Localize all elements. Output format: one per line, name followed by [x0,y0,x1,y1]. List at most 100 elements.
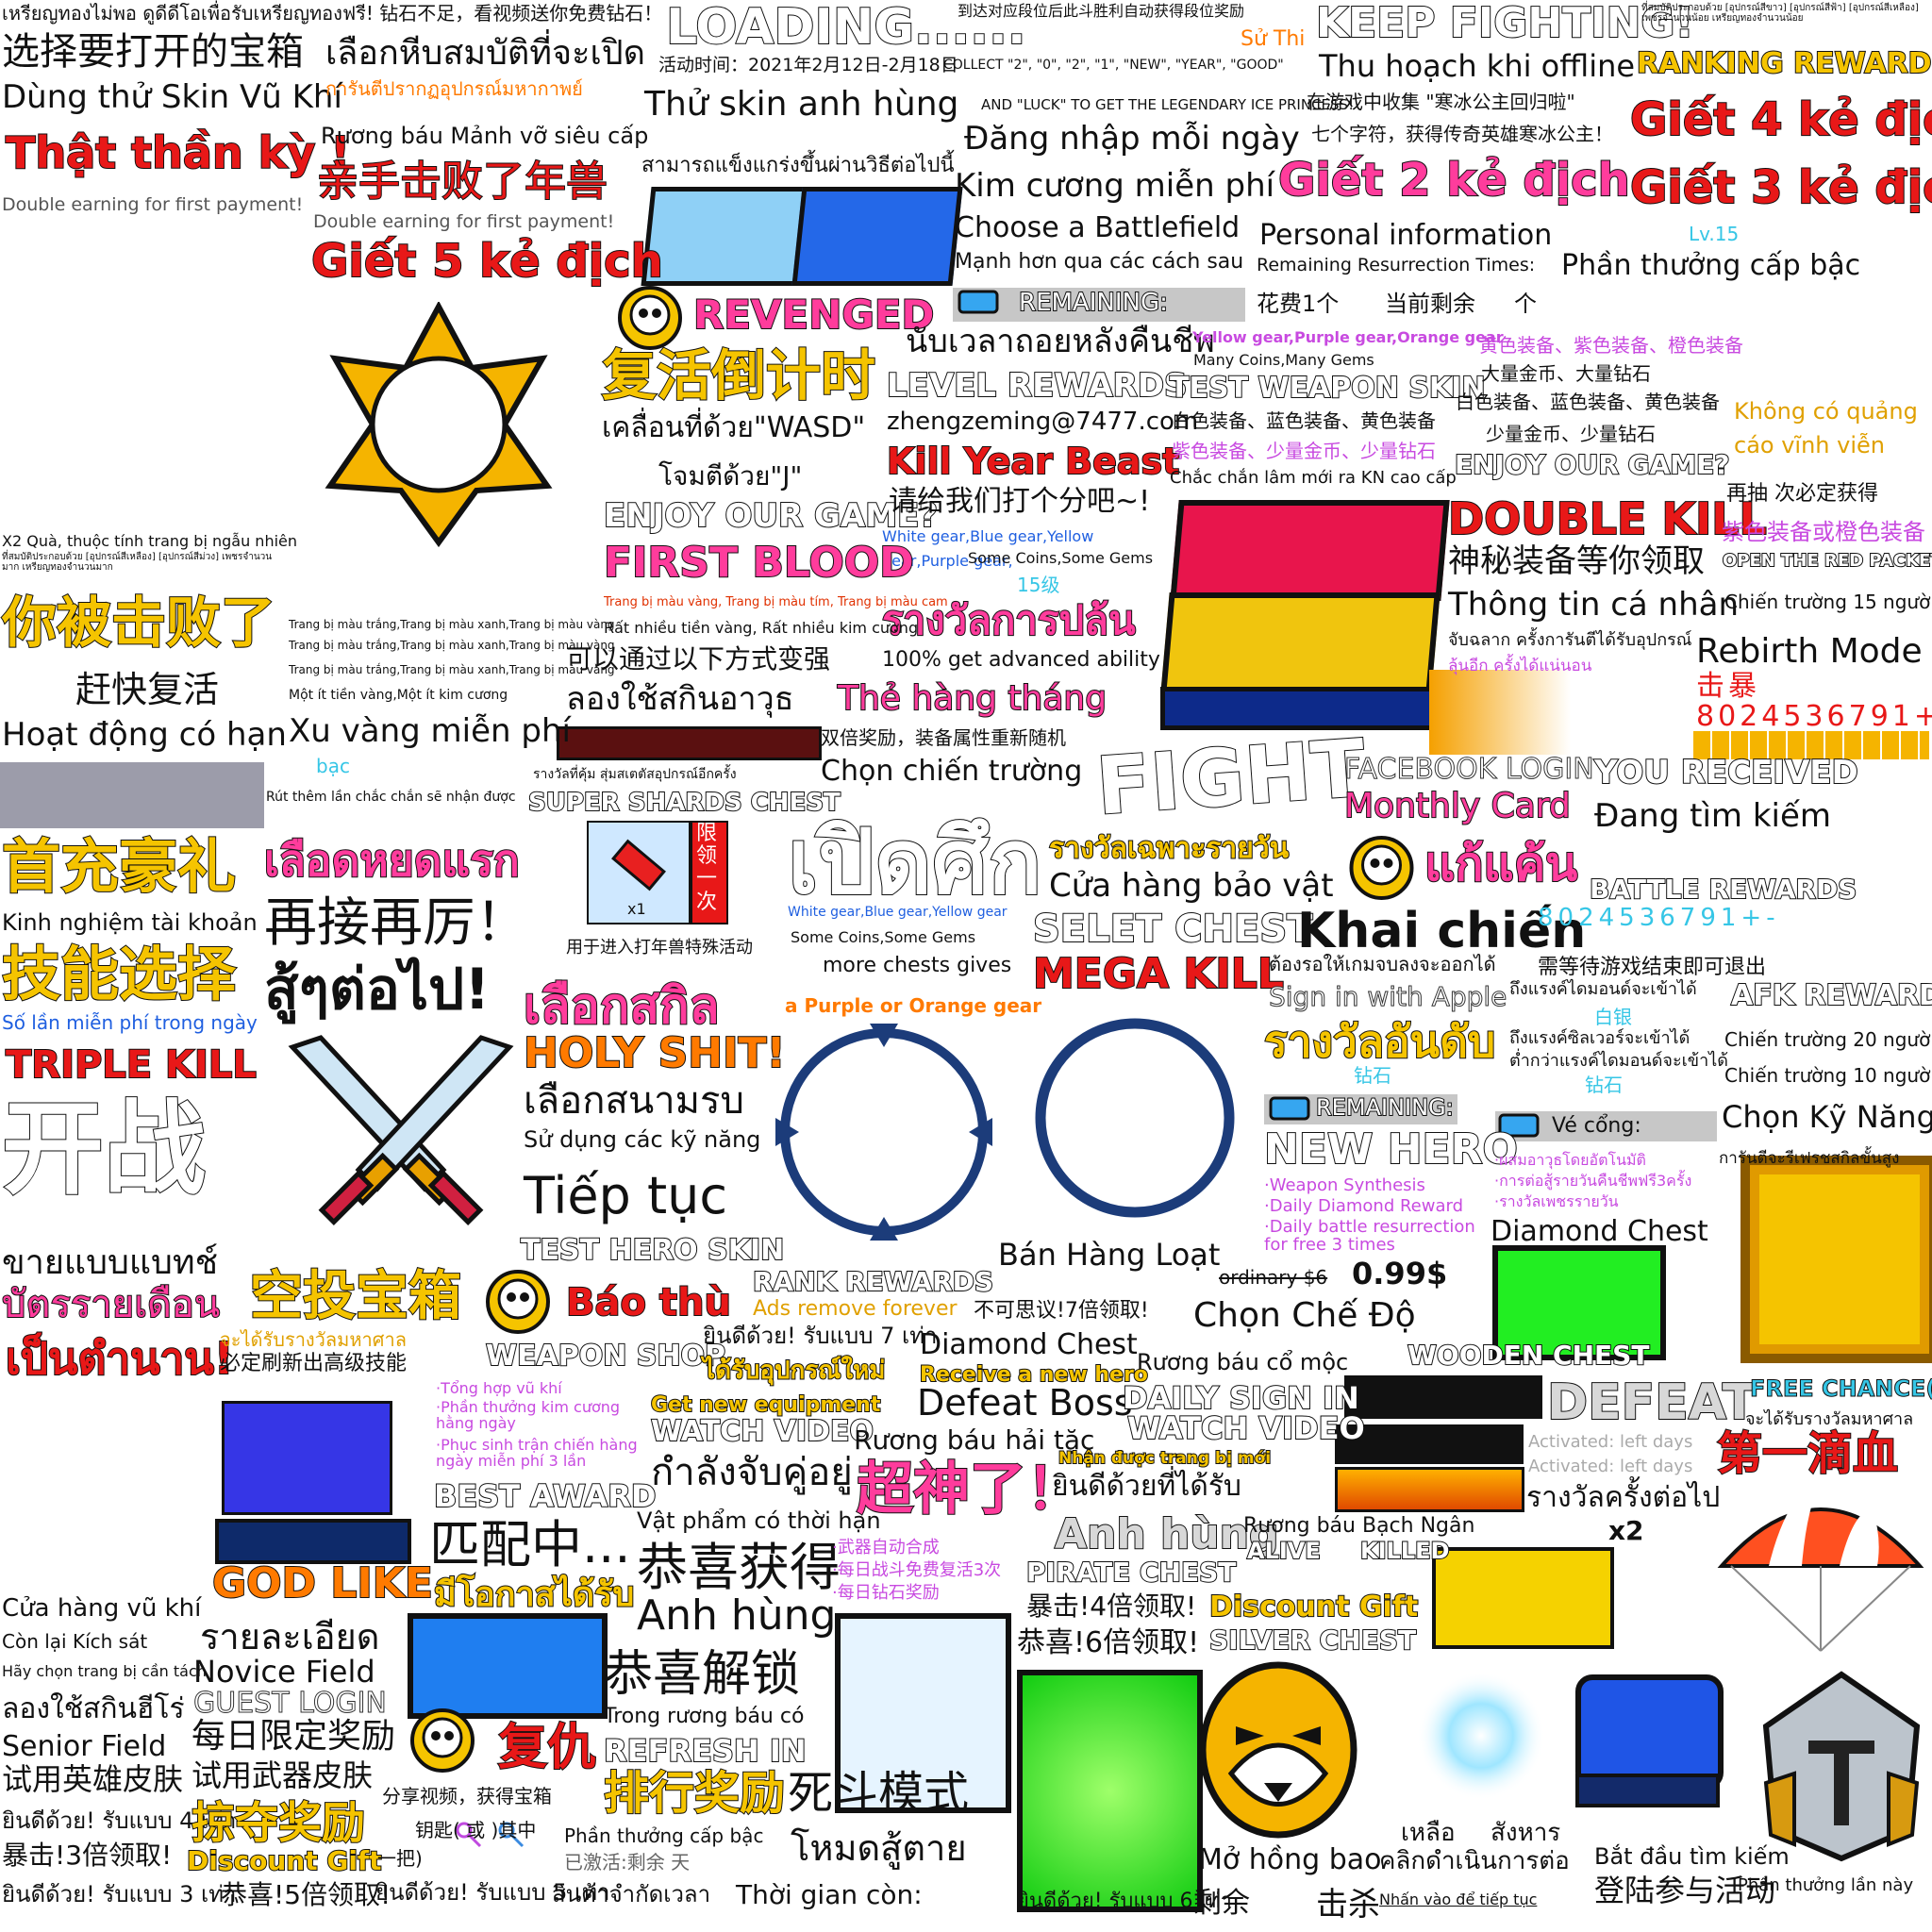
text-label: ต้องรอให้เกมจบลงจะออกได้ [1269,953,1496,975]
text-label: ·Phục sinh trận chiến hàng ngày miễn phí… [436,1436,638,1470]
text-label: Thu hoạch khi offline [1319,48,1636,84]
text-label: Rương báu cổ mộc [1137,1349,1349,1375]
text-label: DOUBLE KILL [1447,493,1768,544]
text-label: REVENGED [692,291,935,338]
text-label: Chọn Kỹ Năng [1722,1099,1932,1135]
text-label: 花费1个 [1257,291,1340,317]
text-label: ·รางวัลเพชรรายวัน [1494,1192,1619,1210]
text-label: ลองใช้สกินอาวุธ [566,680,794,718]
purple-panel [222,1401,392,1515]
sign-in-apple: Sign in with Apple [1268,981,1507,1012]
text-label: Novice Field [193,1654,375,1690]
text-label: Thời gian còn: [736,1879,923,1910]
text-label: Đang tìm kiếm [1594,797,1831,835]
text-label: Kim cương miễn phí [955,167,1275,205]
text-label: ·การต่อสู้รายวันคืนชีพฟรี3ครั้ง [1494,1172,1692,1190]
text-label: ถึงแรงค์ไดมอนด์จะเข้าได้ [1509,979,1697,999]
text-label: Lv.15 [1689,223,1740,245]
text-label: ต่ำกว่าแรงค์ไดมอนด์จะเข้าได้ [1509,1051,1728,1071]
text-label: bạc [316,755,350,777]
text-label: 请给我们打个分吧~! [889,485,1151,518]
text-label: 用于进入打年兽特殊活动 [566,938,753,958]
circular-frame-icon [775,1024,992,1241]
text-label: 大量金币、大量钻石 [1481,362,1651,385]
text-label: 白色装备、蓝色装备、黄色装备 [1172,409,1436,432]
text-label: เลือกสกิล [523,978,720,1035]
text-label: 钥匙( 或 )其中 [415,1819,537,1841]
text-label: Báo thù [565,1281,732,1324]
text-label: AND "LUCK" TO GET THE LEGENDARY ICE PRIN… [981,96,1355,113]
text-label: Giết 3 kẻ địch [1629,161,1932,214]
text-label: Mạnh hơn qua các cách sau [955,250,1244,274]
text-label: Chọn Chế Độ [1193,1296,1416,1335]
text-label: Personal information [1259,219,1553,252]
text-label: Rebirth Mode [1696,632,1923,671]
text-label: Chiến trường 20 người [1724,1028,1932,1051]
text-label: ·每日钻石奖励 [832,1583,940,1603]
text-label: Giết 5 kẻ địch [310,235,664,288]
text-label: 掠夺奖励 [191,1797,366,1848]
parachute-icon [1717,1481,1924,1652]
text-label: 再接再厉！ [264,892,528,954]
text-label: ขายแบบแบทช์ [2,1243,219,1282]
text-label: FREE CHANCE(S) : [1750,1375,1932,1402]
text-label: Thử skin anh hùng [644,85,959,124]
skull-laurel-icon [618,286,682,350]
text-label: BATTLE REWARDS [1589,874,1857,905]
text-label: จะได้รับรางวัลมหาศาล [220,1328,407,1351]
text-label: ที่สมบัติประกอบด้วย [อุปกรณ์สีเหลือง] [อ… [2,552,273,573]
text-label: สามารถแข็งแกร่งขึ้นผ่านวิธีต่อไปนี้ [641,154,955,177]
text-label: นับเวลาถอยหลังคืนชีพ [906,323,1215,360]
continue-hint[interactable]: Nhấn vào để tiếp tục [1379,1891,1537,1908]
skull-laurel-icon [486,1270,550,1334]
text-label: Trong rương báu có [604,1705,805,1728]
text-label: Phần thưởng lần này [1738,1875,1914,1895]
text-label: 可以通过以下方式变强 [566,643,831,675]
text-label: 开战 [1,1091,207,1208]
text-label: Nhận được trang bị mới [1058,1449,1272,1468]
text-label: ลุ้นอีก ครั้งได้แน่นอน [1448,657,1592,675]
text-label: 复活倒计时 [601,343,876,408]
text-label: TRIPLE KILL [5,1043,258,1087]
text-label: KILLED [1359,1538,1450,1564]
text-label: Giết 4 kẻ địch [1629,93,1932,146]
text-label: การันตีปรากฏอุปกรณ์มหากาพย์ [325,77,583,100]
text-label: Many Coins,Many Gems [1193,351,1374,369]
text-label: รางวัลครั้งต่อไป [1526,1481,1721,1514]
text-label: ·Phần thưởng kim cương hằng ngày [436,1398,621,1432]
text-label: ·Daily Diamond Reward [1264,1196,1464,1216]
text-label: 击暴8024536791+- [1696,670,1932,733]
text-label: Phần thưởng cấp bậc [564,1824,764,1847]
text-label: 剩余 [1193,1887,1250,1920]
text-label: 白银 [1594,1006,1632,1028]
text-label: 七个字符，获得传奇英雄寒冰公主！ [1311,123,1613,145]
text-label: สินค้าจำกัดเวลา [552,1881,711,1907]
text-label: สู้ๆต่อไป! [264,957,491,1023]
text-label: Chiến trường 10 người [1724,1064,1932,1087]
text-label: 恭喜!6倍领取! [1017,1626,1200,1659]
dark-red-bar [557,726,822,760]
text-label: Giết 2 kẻ địch [1277,154,1631,207]
text-label: WOODEN CHEST [1407,1340,1650,1371]
ticket-icon [1269,1096,1310,1121]
text-label: ·Tổng hợp vũ khí [436,1379,562,1397]
text-label: 8024536791+- [1538,904,1780,932]
text-label: 死斗模式 [788,1767,970,1820]
text-label: 神秘装备等你领取 [1448,542,1705,580]
text-label: 分享视频，获得宝箱 [382,1785,552,1807]
text-label: TEST WEAPON SKIN [1169,372,1486,405]
text-label: ยินดีด้วยที่ได้รับ [1052,1470,1241,1503]
text-label: YOU RECEIVED [1593,754,1859,791]
text-label: 黄色装备、紫色装备、橙色装备 [1479,334,1743,357]
text-label: ·Daily battle resurrection for free 3 ti… [1264,1217,1475,1255]
text-label: 赶快复活 [75,669,220,710]
guest-login: GUEST LOGIN [193,1687,388,1720]
text-label: DEFEAT [1546,1374,1757,1431]
text-label: Chiến trường 15 người [1724,591,1932,613]
star-badge-icon [325,302,553,547]
text-label: HOLY SHIT! [523,1029,787,1077]
text-label: COLLECT "2", "0", "2", "1", "NEW", "YEAR… [943,58,1284,73]
text-label: 紫色装备或橙色装备 [1722,519,1925,545]
text-label: 超神了！ [856,1457,1084,1523]
text-label: Kill Year Beast [886,441,1180,482]
